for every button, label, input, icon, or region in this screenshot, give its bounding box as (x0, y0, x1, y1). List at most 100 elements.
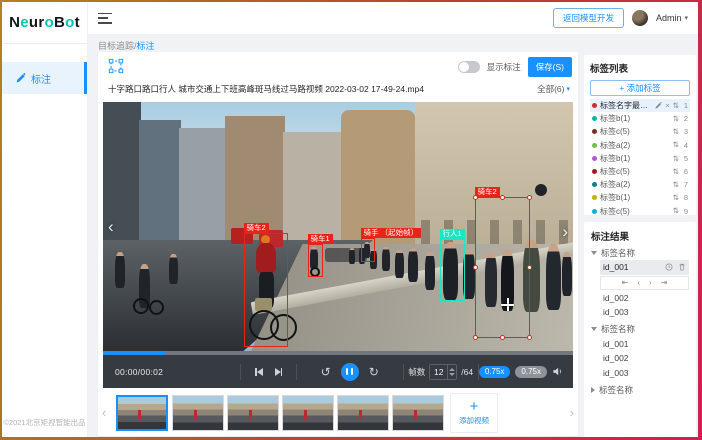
tag-row[interactable]: 标签名字最长数... × ⇅ 1 (590, 99, 690, 112)
tag-row[interactable]: 标签c(5) ⇅ 6 (590, 165, 690, 178)
pager-last-icon[interactable]: ⇥ (661, 279, 668, 287)
filter-dropdown[interactable]: 全部(6) ▾ (537, 83, 570, 95)
result-item[interactable]: id_002 (600, 351, 689, 366)
tag-row[interactable]: 标签b(1) ⇅ 5 (590, 152, 690, 165)
rect-select-tool-icon[interactable] (108, 58, 124, 74)
sort-tag-icon[interactable]: ⇅ (673, 115, 679, 123)
step-down-icon[interactable] (449, 373, 455, 376)
result-group-header[interactable]: 标签名称 (591, 245, 689, 260)
next-frame-button[interactable] (275, 368, 283, 376)
thumbnail-4[interactable] (282, 395, 334, 431)
sort-tag-icon[interactable]: ⇅ (673, 141, 679, 149)
sort-tag-icon[interactable]: ⇅ (673, 181, 679, 189)
breadcrumb-current: 标注 (137, 41, 155, 51)
bbox-cyclist-2[interactable]: 骑车2 (244, 233, 288, 347)
bbox-rider-startframe[interactable]: 骑手 （起始帧） (361, 238, 375, 262)
tag-order: 9 (682, 207, 688, 216)
forward-icon[interactable]: ↻ (369, 366, 379, 378)
user-menu[interactable]: Admin ▾ (656, 13, 688, 23)
sort-tag-icon[interactable]: ⇅ (673, 194, 679, 202)
step-up-icon[interactable] (449, 368, 455, 371)
bbox-cyclist-2-selected[interactable]: 骑车2 (475, 197, 530, 338)
history-icon[interactable] (665, 263, 673, 271)
result-item[interactable]: id_002 (600, 291, 689, 306)
frame-stepper[interactable] (447, 365, 456, 379)
screenshot-frame: NeuroBot 标注 ©2021北京矩视智能出品 返回模型开发 Admin ▾… (0, 0, 702, 440)
result-item-selected[interactable]: id_001 (600, 260, 689, 275)
speed-pill-inactive[interactable]: 0.75x (515, 366, 547, 378)
thumbnail-image (118, 397, 166, 429)
resize-handle[interactable] (527, 265, 532, 270)
thumbnail-1[interactable] (116, 395, 168, 431)
frame-count-label: 帧数 (408, 366, 425, 378)
collapse-menu-icon[interactable] (98, 13, 112, 24)
speed-pill-active[interactable]: 0.75x (479, 366, 511, 378)
app-window: NeuroBot 标注 ©2021北京矩视智能出品 返回模型开发 Admin ▾… (2, 2, 698, 437)
pager-first-icon[interactable]: ⇤ (622, 279, 629, 287)
bbox-pedestrian-1[interactable]: 行人1 (440, 239, 465, 301)
add-tag-button[interactable]: + 添加标签 (590, 80, 690, 96)
prev-frame-button[interactable] (255, 368, 263, 376)
thumbnail-2[interactable] (172, 395, 224, 431)
sidebar-item-label: 标注 (31, 71, 51, 86)
sort-tag-icon[interactable]: ⇅ (673, 155, 679, 163)
video-next-arrow[interactable]: › (562, 223, 568, 240)
breadcrumb-parent[interactable]: 目标追踪 (98, 41, 134, 51)
thumbnail-5[interactable] (337, 395, 389, 431)
scene-pedestrian (395, 250, 404, 278)
trash-icon[interactable] (678, 263, 686, 271)
tag-name: 标签c(5) (600, 206, 670, 217)
add-video-button[interactable]: + 添加视频 (450, 393, 498, 433)
resize-handle[interactable] (500, 195, 505, 200)
save-button[interactable]: 保存(S) (528, 57, 572, 77)
tag-row[interactable]: 标签c(5) ⇅ 3 (590, 125, 690, 138)
tag-row[interactable]: 标签a(2) ⇅ 4 (590, 139, 690, 152)
bbox-cyclist-1[interactable]: 骑车1 (308, 244, 323, 277)
video-canvas[interactable]: 骑车2 骑车1 骑手 （起始帧） 行人1 骑车2 (103, 102, 573, 351)
resize-handle[interactable] (527, 195, 532, 200)
result-item[interactable]: id_003 (600, 366, 689, 381)
volume-icon[interactable] (552, 366, 563, 377)
resize-handle[interactable] (473, 195, 478, 200)
tag-row[interactable]: 标签c(5) ⇅ 9 (590, 205, 690, 218)
sort-tag-icon[interactable]: ⇅ (673, 102, 679, 110)
tag-row[interactable]: 标签b(1) ⇅ 8 (590, 191, 690, 204)
sort-tag-icon[interactable]: ⇅ (673, 128, 679, 136)
sort-tag-icon[interactable]: ⇅ (673, 207, 679, 215)
avatar[interactable] (632, 10, 648, 26)
delete-tag-icon[interactable]: × (665, 102, 669, 110)
frame-number-input[interactable] (430, 365, 447, 379)
back-to-model-dev-button[interactable]: 返回模型开发 (553, 8, 624, 28)
result-group-header[interactable]: 标签名称 (591, 382, 689, 397)
pause-button[interactable] (341, 363, 359, 381)
tag-color-dot (592, 143, 597, 148)
resize-handle[interactable] (527, 335, 532, 340)
video-prev-arrow[interactable]: ‹ (108, 218, 114, 235)
sort-tag-icon[interactable]: ⇅ (673, 168, 679, 176)
resize-handle[interactable] (500, 335, 505, 340)
result-item[interactable]: id_001 (600, 337, 689, 352)
tag-row[interactable]: 标签a(2) ⇅ 7 (590, 178, 690, 191)
tag-color-dot (592, 209, 597, 214)
pencil-icon (16, 73, 26, 83)
resize-handle[interactable] (473, 265, 478, 270)
pager-prev-icon[interactable]: ‹ (637, 279, 640, 287)
caret-right-icon (591, 387, 595, 393)
thumbnail-6[interactable] (392, 395, 444, 431)
tag-order: 5 (682, 154, 688, 163)
rewind-icon[interactable]: ↺ (321, 366, 331, 378)
sidebar-item-annotate[interactable]: 标注 (2, 62, 87, 94)
tag-row[interactable]: 标签b(1) ⇅ 2 (590, 112, 690, 125)
filter-value: 全部(6) (537, 83, 564, 95)
thumbs-prev-arrow[interactable]: ‹ (102, 405, 106, 420)
thumbnail-3[interactable] (227, 395, 279, 431)
thumbs-next-arrow[interactable]: › (570, 405, 574, 420)
scene-wheel (149, 300, 164, 315)
show-annotation-toggle[interactable] (458, 61, 480, 73)
result-group-header[interactable]: 标签名称 (591, 322, 689, 337)
resize-handle[interactable] (473, 335, 478, 340)
result-item[interactable]: id_003 (600, 305, 689, 320)
tag-name: 标签a(2) (600, 179, 670, 190)
pager-next-icon[interactable]: › (649, 279, 652, 287)
edit-tag-icon[interactable] (655, 102, 662, 109)
